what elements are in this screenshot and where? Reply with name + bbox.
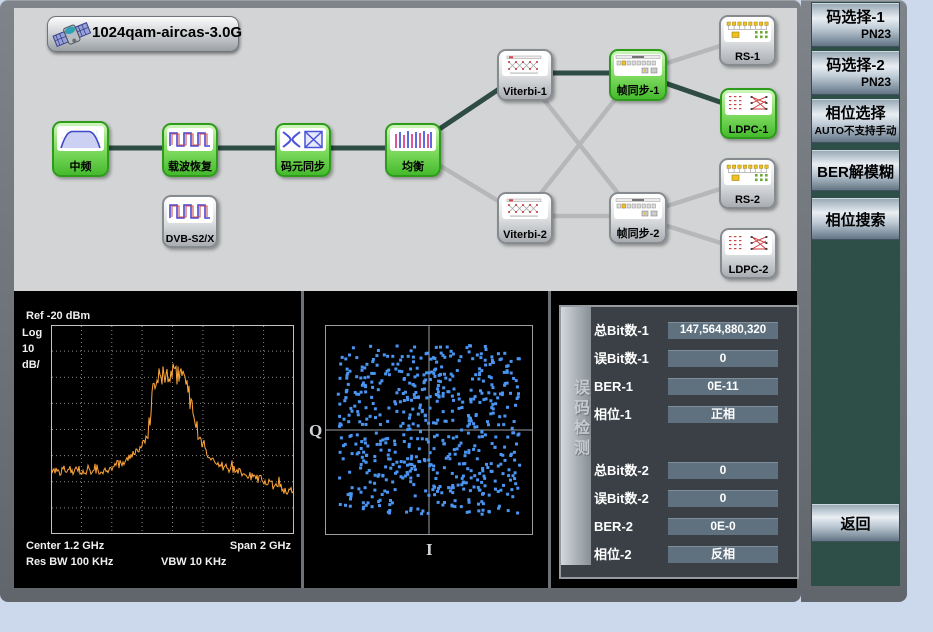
- i-axis-label: I: [426, 540, 433, 560]
- code-select-2-button[interactable]: 码选择-2 PN23: [812, 51, 899, 95]
- q-axis-label: Q: [309, 421, 322, 441]
- constellation-panel: Q I: [304, 291, 548, 588]
- ber-strip-label: 误码检测: [561, 379, 591, 459]
- node-equalizer[interactable]: 均衡: [385, 123, 441, 177]
- app-window: 1024qam-aircas-3.0G 中频 载波恢复 码: [0, 0, 933, 632]
- ber-row-value: 147,564,880,320: [668, 322, 778, 339]
- viterbi-trellis-icon: [502, 54, 548, 76]
- ber-row-label: 总Bit数-2: [594, 462, 649, 479]
- symbol-sync-icon: [280, 128, 326, 151]
- ber-row-value: 0: [668, 462, 778, 479]
- node-dvb-s2x[interactable]: DVB-S2/X: [162, 195, 218, 248]
- node-frame-sync-2[interactable]: 帧同步-2: [609, 192, 667, 244]
- ber-deambiguity-button[interactable]: BER解模糊: [812, 150, 899, 191]
- ber-row-label: 相位-1: [594, 406, 632, 423]
- ber-row-label: 误Bit数-1: [594, 350, 649, 367]
- ber-row-label: BER-2: [594, 518, 633, 535]
- ber-frame: [559, 305, 799, 579]
- node-viterbi-1[interactable]: Viterbi-1: [497, 49, 553, 101]
- signal-profile-button[interactable]: 1024qam-aircas-3.0G: [47, 16, 239, 52]
- ber-panel: 误码检测 总Bit数-1 147,564,880,320 误Bit数-1 0 B…: [551, 291, 797, 588]
- node-viterbi-2[interactable]: Viterbi-2: [497, 192, 553, 244]
- carrier-recovery-icon: [167, 128, 213, 151]
- code-select-1-button[interactable]: 码选择-1 PN23: [812, 3, 899, 47]
- spectrum-center-label: Center 1.2 GHz: [26, 540, 104, 552]
- node-carrier-recovery[interactable]: 载波恢复: [162, 123, 218, 177]
- node-rs-2[interactable]: RS-2: [719, 158, 776, 209]
- frame-sync-icon: [614, 197, 662, 219]
- node-ldpc-2[interactable]: LDPC-2: [720, 228, 777, 279]
- frame-sync-icon: [614, 54, 662, 76]
- satellite-icon: [52, 15, 92, 60]
- ber-row-label: 相位-2: [594, 546, 632, 563]
- node-symbol-sync[interactable]: 码元同步: [275, 123, 331, 177]
- spectrum-panel: Ref -20 dBm Log 10 dB/ Center 1.2 GHz Sp…: [14, 291, 301, 588]
- ber-row-value: 正相: [668, 406, 778, 423]
- spectrum-rbw-label: Res BW 100 KHz: [26, 556, 113, 568]
- phase-search-button[interactable]: 相位搜索: [812, 198, 899, 240]
- ber-row-value: 0E-0: [668, 518, 778, 535]
- constellation-plot: [325, 325, 533, 535]
- node-ldpc-1[interactable]: LDPC-1: [720, 88, 777, 139]
- spectrum-scale-log: Log: [22, 327, 42, 339]
- ber-row-value: 反相: [668, 546, 778, 563]
- ber-row-value: 0: [668, 350, 778, 367]
- dvb-s2x-icon: [167, 200, 213, 223]
- node-rs-1[interactable]: RS-1: [719, 15, 776, 66]
- ldpc-graph-icon: [725, 233, 772, 255]
- rs-decoder-icon: [724, 163, 771, 185]
- ldpc-graph-icon: [725, 93, 772, 115]
- spectrum-scale-db: dB/: [22, 359, 40, 371]
- spectrum-scale-10: 10: [22, 343, 34, 355]
- signal-profile-label: 1024qam-aircas-3.0G: [92, 24, 242, 41]
- equalizer-icon: [390, 128, 436, 151]
- ber-row-label: BER-1: [594, 378, 633, 395]
- ber-row-label: 误Bit数-2: [594, 490, 649, 507]
- node-if[interactable]: 中频: [52, 121, 109, 177]
- node-frame-sync-1[interactable]: 帧同步-1: [609, 49, 667, 101]
- spectrum-vbw-label: VBW 10 KHz: [161, 556, 226, 568]
- spectrum-span-label: Span 2 GHz: [230, 540, 291, 552]
- spectrum-plot: [51, 325, 294, 534]
- ber-row-value: 0: [668, 490, 778, 507]
- viterbi-trellis-icon: [502, 197, 548, 219]
- if-icon: [57, 126, 104, 151]
- spectrum-ref-label: Ref -20 dBm: [26, 310, 90, 322]
- phase-select-button[interactable]: 相位选择 AUTO不支持手动: [812, 99, 899, 143]
- ber-strip: 误码检测: [561, 307, 591, 565]
- back-button[interactable]: 返回: [812, 504, 899, 542]
- ber-row-value: 0E-11: [668, 378, 778, 395]
- ber-row-label: 总Bit数-1: [594, 322, 649, 339]
- rs-decoder-icon: [724, 20, 771, 42]
